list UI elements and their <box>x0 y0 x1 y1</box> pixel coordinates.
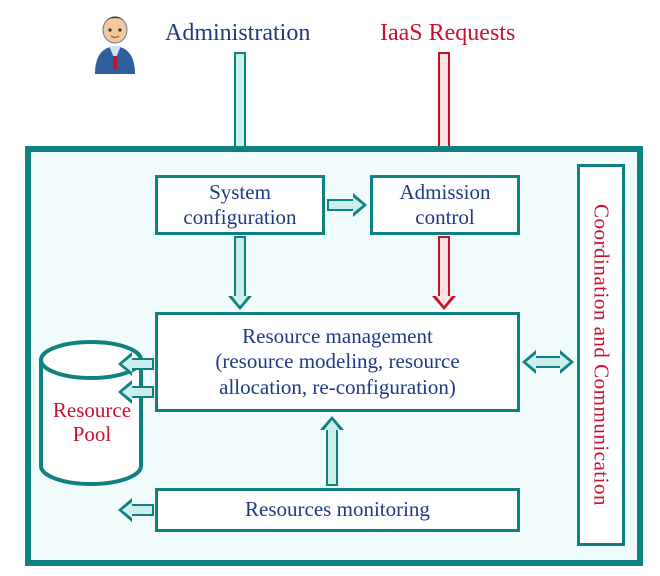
resource-pool-label: Resource Pool <box>32 398 152 446</box>
iaas-label: IaaS Requests <box>380 20 515 47</box>
admin-label: Administration <box>165 20 310 47</box>
arrow-monitoring-to-resmgmt <box>320 416 344 486</box>
system-configuration-box: System configuration <box>155 175 325 235</box>
coordination-label: Coordination and Communication <box>589 204 614 506</box>
user-icon <box>85 12 145 81</box>
diagram-stage: Administration IaaS Requests System conf… <box>0 0 660 576</box>
arrow-monitoring-to-pool <box>118 498 154 522</box>
arrow-sysconfig-to-admission <box>327 193 367 217</box>
arrow-resmgmt-to-pool-1 <box>118 352 154 376</box>
arrow-resmgmt-to-pool-2 <box>118 380 154 404</box>
arrow-sysconfig-to-resmgmt <box>228 236 252 310</box>
resource-pool-label-line2: Pool <box>73 422 112 446</box>
admission-control-box: Admission control <box>370 175 520 235</box>
resource-management-box: Resource management (resource modeling, … <box>155 312 520 412</box>
arrow-admission-to-resmgmt <box>432 236 456 310</box>
resources-monitoring-box: Resources monitoring <box>155 488 520 532</box>
arrow-resmgmt-coordination <box>522 350 574 374</box>
coordination-box: Coordination and Communication <box>577 164 625 546</box>
